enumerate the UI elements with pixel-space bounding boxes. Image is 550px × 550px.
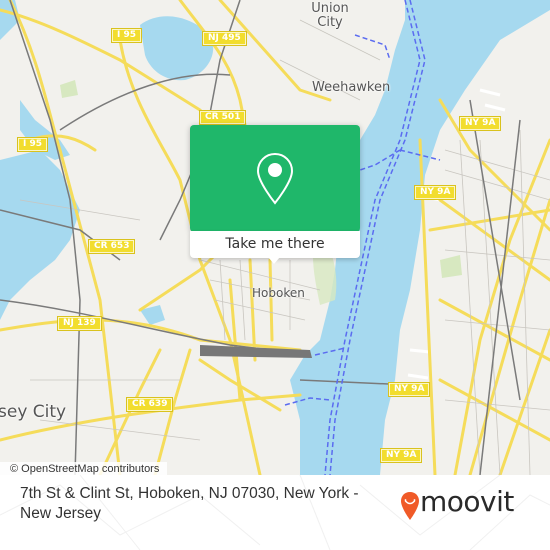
road-shield-ny9a-4: NY 9A xyxy=(379,448,423,463)
reservoir xyxy=(140,16,214,81)
road-shield-ny9a-3: NY 9A xyxy=(387,382,431,397)
moovit-pin-smile-icon xyxy=(401,492,419,520)
road-shield-cr653: CR 653 xyxy=(87,239,136,254)
place-label-weehawken: Weehawken xyxy=(312,80,391,95)
road-shield-ny9a-1: NY 9A xyxy=(458,116,502,131)
take-me-there-button[interactable]: Take me there xyxy=(190,231,360,258)
moovit-logo[interactable]: moovit xyxy=(420,485,514,518)
place-label-jersey-city: sey City xyxy=(0,402,67,422)
footer: 7th St & Clint St, Hoboken, NJ 07030, Ne… xyxy=(0,475,550,550)
place-label-hoboken: Hoboken xyxy=(252,286,305,300)
road-shield-i95-2: I 95 xyxy=(16,137,49,152)
place-label-union-city: Union City xyxy=(310,2,350,30)
map-attribution[interactable]: © OpenStreetMap contributors xyxy=(0,462,168,475)
road-shield-i95: I 95 xyxy=(110,28,143,43)
road-shield-cr639: CR 639 xyxy=(125,397,174,412)
place-label-text: Union City xyxy=(311,1,349,30)
location-pin-icon xyxy=(256,152,294,205)
road-shield-cr501: CR 501 xyxy=(198,110,247,125)
popup-pointer xyxy=(268,257,280,264)
road-shield-nj139: NJ 139 xyxy=(57,316,102,331)
road-shield-nj495: NJ 495 xyxy=(202,31,247,46)
address-text: 7th St & Clint St, Hoboken, NJ 07030, Ne… xyxy=(20,485,359,522)
location-popup xyxy=(190,125,360,232)
road-shield-ny9a-2: NY 9A xyxy=(413,185,457,200)
